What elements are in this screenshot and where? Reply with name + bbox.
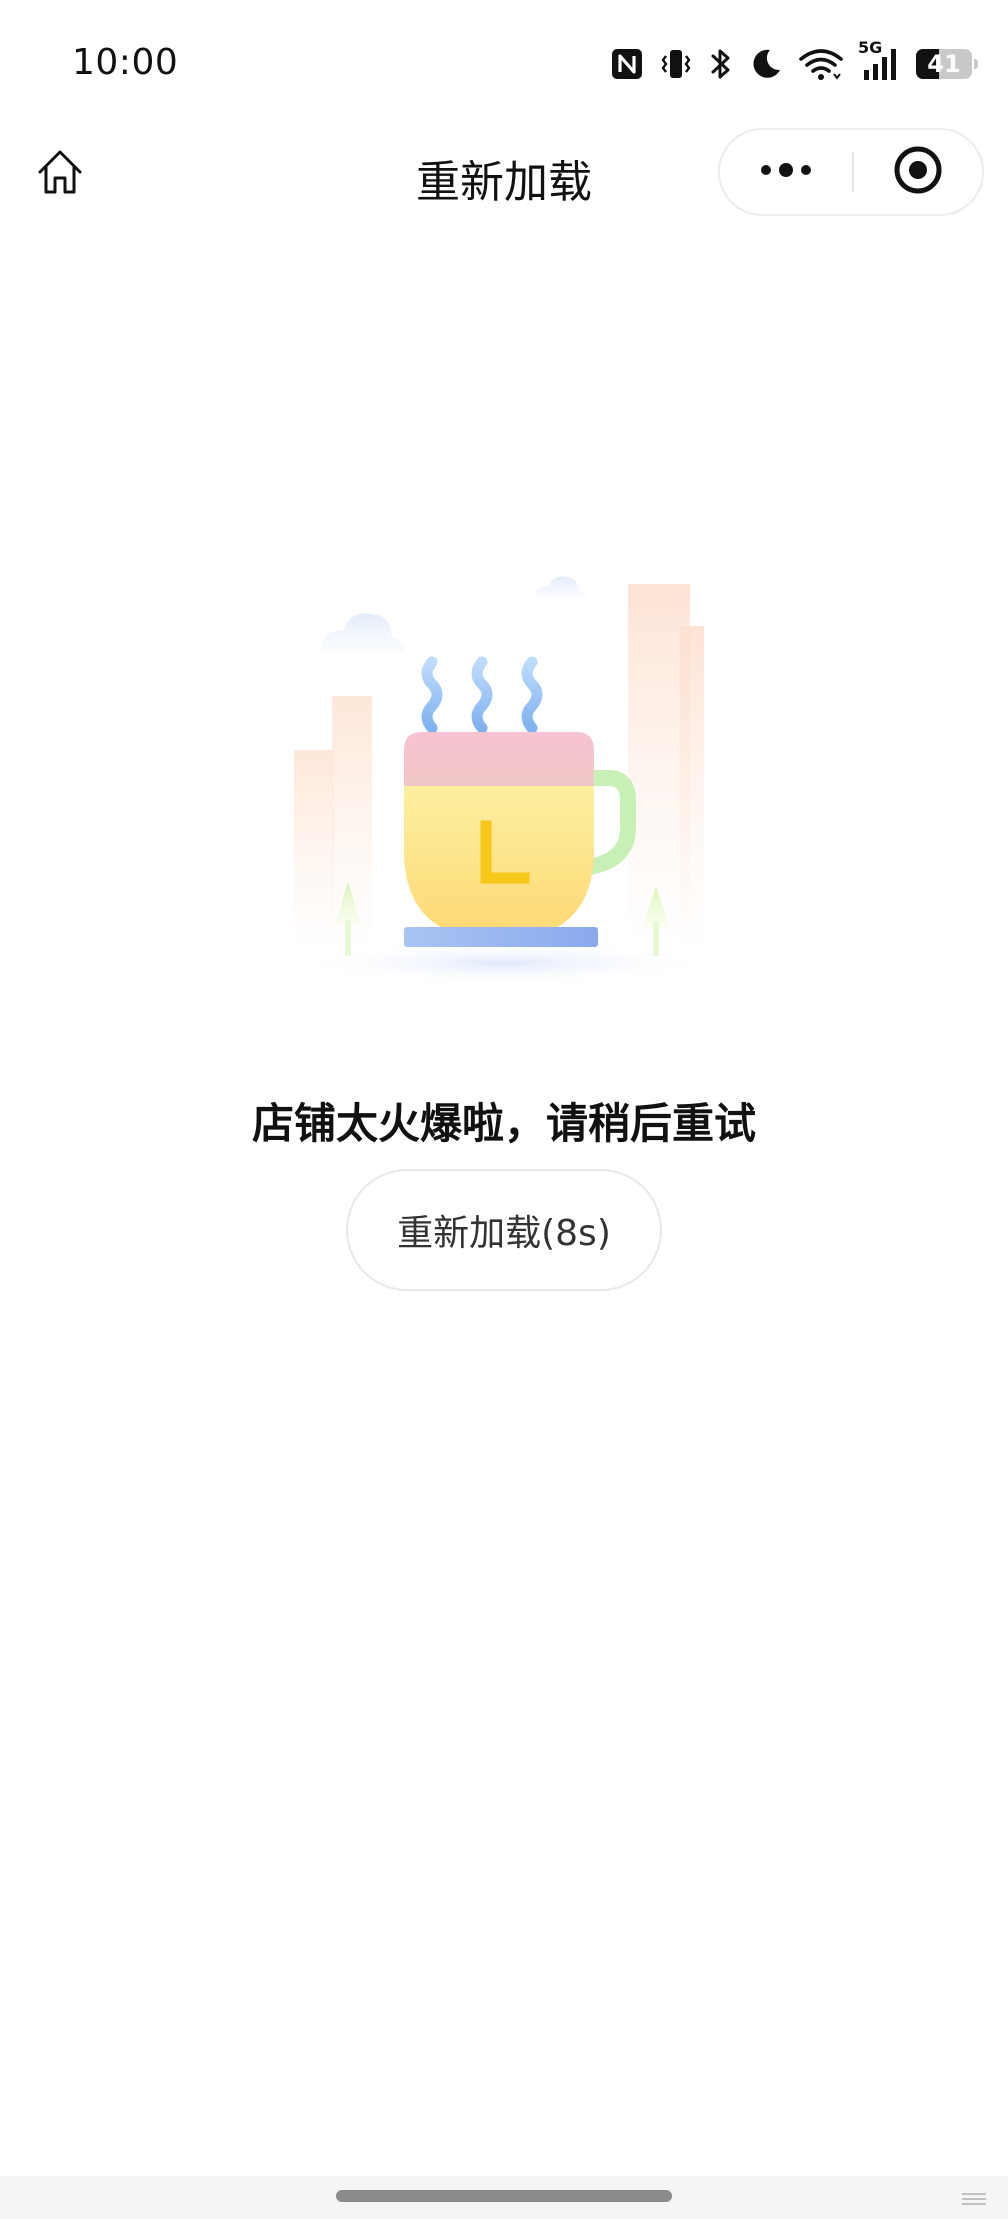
battery-icon: 41 — [916, 49, 978, 79]
mini-program-capsule — [718, 128, 984, 216]
nfc-icon — [610, 47, 644, 81]
menu-lines-icon — [958, 2190, 990, 2210]
wifi-icon — [798, 46, 844, 82]
saucer — [404, 927, 598, 947]
bluetooth-icon — [708, 46, 734, 82]
cloud-right-icon — [535, 576, 587, 598]
reload-button[interactable]: 重新加载(8s) — [346, 1169, 662, 1291]
cellular-signal-icon: 5G — [858, 38, 902, 84]
status-bar: 10:00 5G 41 — [0, 0, 1008, 120]
building-left — [294, 696, 372, 950]
target-close-icon — [893, 145, 943, 199]
steam-icon — [421, 656, 543, 734]
status-icons: 5G 41 — [610, 38, 978, 84]
bottom-gesture-bar — [0, 2176, 1008, 2219]
more-button[interactable] — [720, 130, 852, 214]
vibrate-icon — [658, 46, 694, 82]
more-dots-icon — [758, 162, 814, 182]
battery-level-text: 41 — [927, 50, 961, 78]
close-mini-program-button[interactable] — [854, 130, 982, 214]
home-indicator[interactable] — [336, 2190, 672, 2202]
cloud-left-icon — [320, 613, 405, 652]
status-time: 10:00 — [72, 42, 179, 83]
building-right — [628, 584, 704, 950]
error-message: 店铺太火爆啦，请稍后重试 — [251, 1099, 756, 1148]
do-not-disturb-icon — [748, 46, 784, 82]
navigation-bar: 重新加载 — [0, 120, 1008, 226]
busy-coffee-cup-illustration — [280, 550, 730, 1010]
coffee-cup-icon — [404, 732, 594, 940]
